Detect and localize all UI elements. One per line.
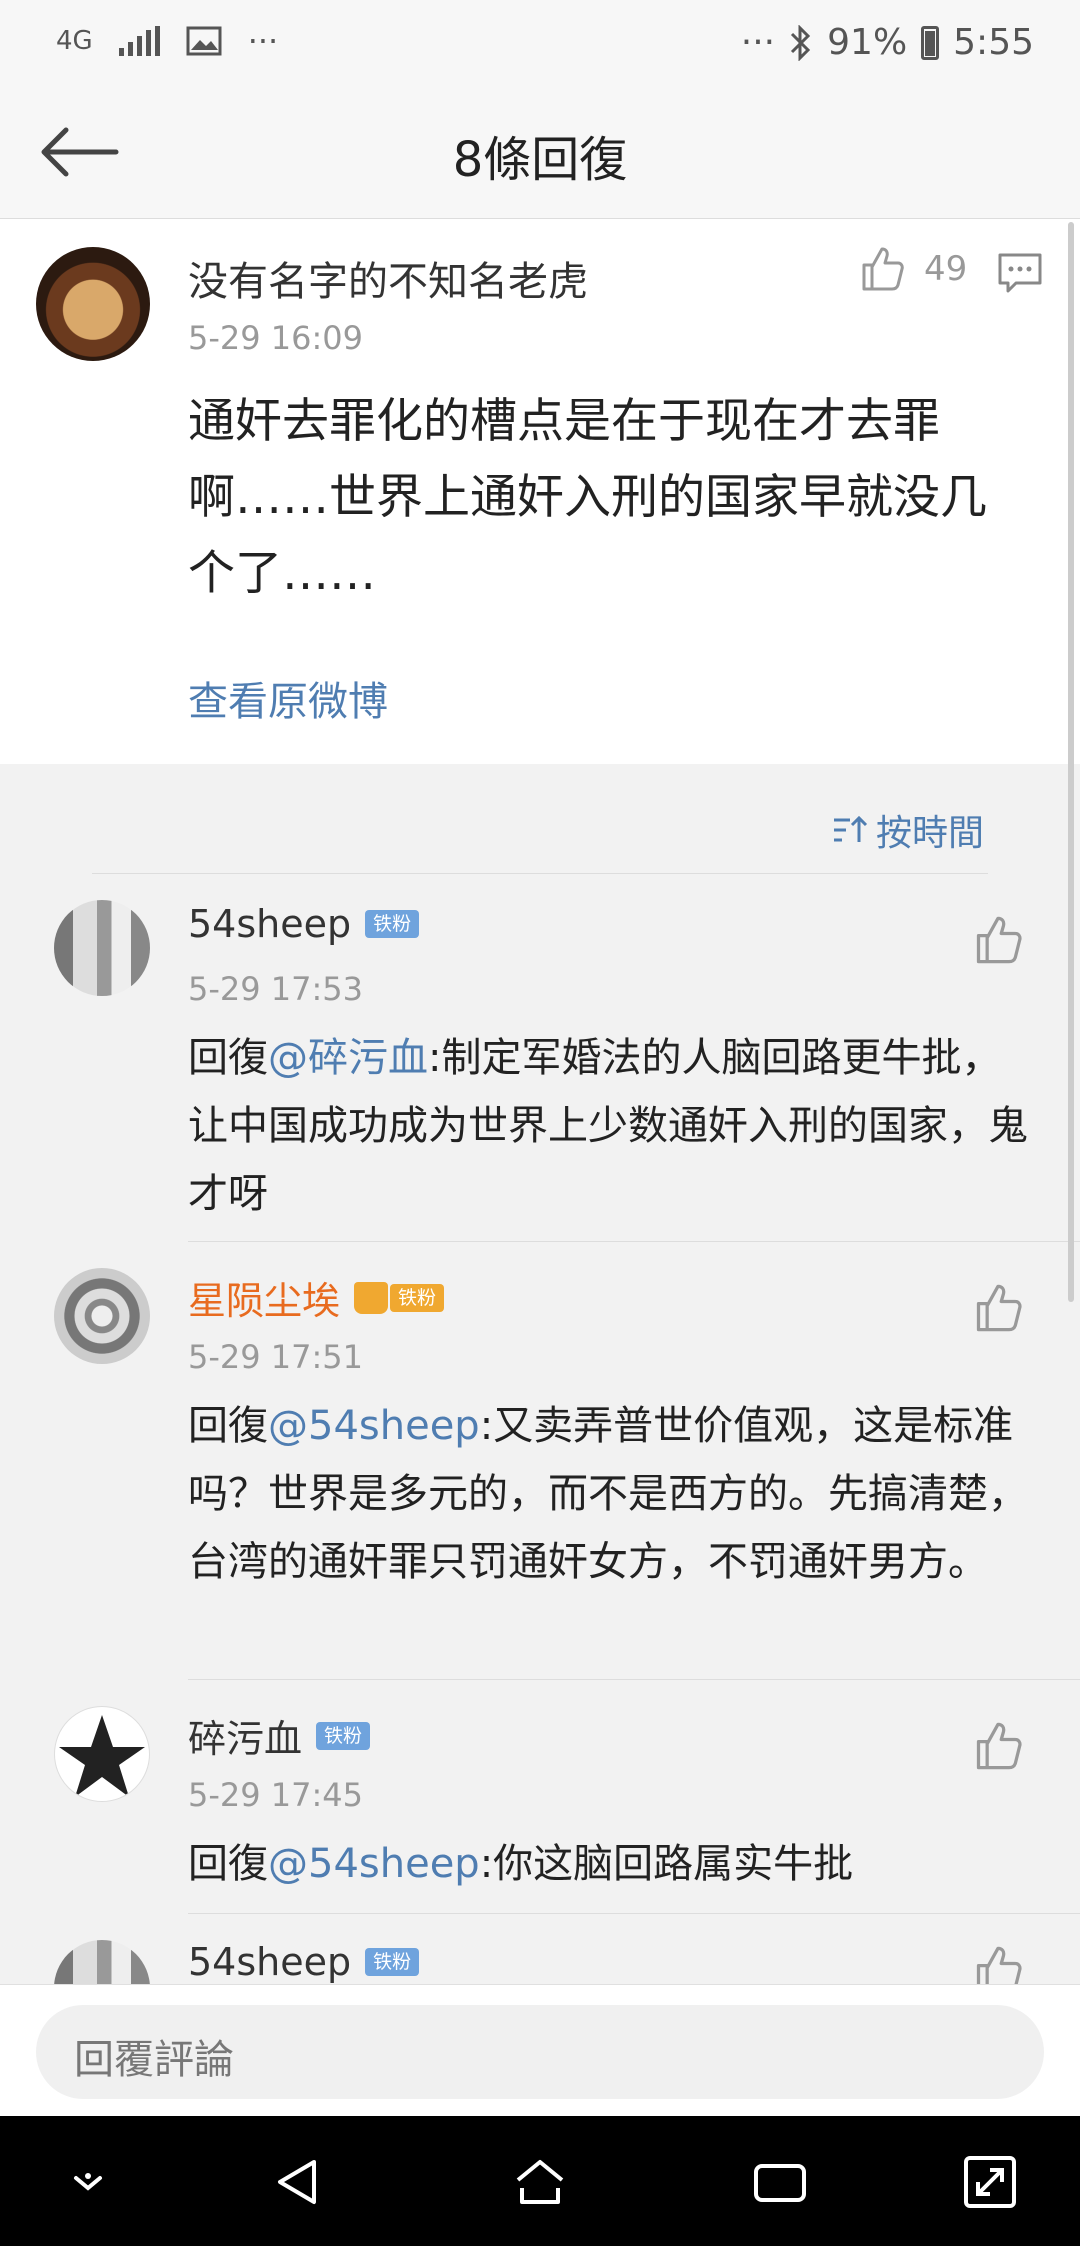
reply-time: 5-29 17:51	[188, 1338, 364, 1376]
home-icon[interactable]	[512, 2154, 568, 2210]
clock: 5:55	[953, 22, 1034, 63]
title-bar: 8條回復	[0, 92, 1080, 219]
reply-text: 回復@碎污血:制定军婚法的人脑回路更牛批，让中国成功成为世界上少数通奸入刑的国家…	[188, 1024, 1038, 1228]
system-nav-bar	[0, 2116, 1080, 2246]
reply-prefix: 回復	[188, 1035, 268, 1081]
thumbs-up-icon[interactable]	[972, 1720, 1024, 1772]
mention-link[interactable]: @碎污血	[268, 1035, 428, 1081]
reply-author-name: 星陨尘埃	[188, 1279, 341, 1323]
fan-badge: 铁粉	[365, 910, 420, 938]
reply-author[interactable]: 54sheep 铁粉	[188, 1940, 420, 1984]
chevron-down-icon[interactable]	[60, 2154, 116, 2210]
image-icon	[186, 26, 222, 56]
reply-item: 54sheep 铁粉	[0, 1914, 1080, 1984]
thumbs-up-icon	[862, 247, 904, 291]
status-right: ··· 91% 5:55	[741, 22, 1034, 63]
reply-text: 回復@54sheep:你这脑回路属实牛批	[188, 1830, 1038, 1898]
thumbs-up-icon[interactable]	[972, 1944, 1024, 1984]
page-title: 8條回復	[452, 132, 628, 188]
more-status: ···	[740, 22, 776, 63]
reply-author-name: 碎污血	[188, 1717, 303, 1761]
reply-time: 5-29 17:45	[188, 1776, 364, 1814]
reply-prefix: 回復	[188, 1841, 268, 1887]
reply-author[interactable]: 星陨尘埃 铁粉	[188, 1270, 445, 1325]
status-bar: 4G ··· ··· 91% 5:55	[0, 0, 1080, 92]
thumbs-up-icon[interactable]	[972, 1282, 1024, 1334]
avatar[interactable]	[54, 1940, 150, 1984]
reply-item: 星陨尘埃 铁粉 5-29 17:51 回復@54sheep:又卖弄普世价值观，这…	[0, 1242, 1080, 1680]
reply-author-name: 54sheep	[188, 1940, 352, 1984]
like-button[interactable]: 49	[858, 245, 967, 293]
sort-by-time-button[interactable]: 按時間	[832, 804, 984, 856]
reply-input-bar: 回覆評論	[0, 1984, 1080, 2117]
sort-bar: 按時間	[0, 764, 1080, 874]
like-count: 49	[924, 249, 968, 289]
mention-link[interactable]: @54sheep	[268, 1403, 480, 1449]
sort-label: 按時間	[875, 813, 984, 854]
avatar[interactable]	[54, 1268, 150, 1364]
post-time: 5-29 16:09	[188, 319, 364, 357]
reply-author[interactable]: 碎污血 铁粉	[188, 1708, 371, 1763]
vip-crown-icon	[354, 1281, 389, 1314]
avatar[interactable]	[54, 900, 150, 996]
network-indicator: 4G	[56, 26, 93, 56]
fan-badge: 铁粉	[390, 1283, 445, 1312]
reply-text: 回復@54sheep:又卖弄普世价值观，这是标准吗？世界是多元的，而不是西方的。…	[188, 1392, 1038, 1596]
pentagram-icon	[59, 1715, 145, 1797]
reply-prefix: 回復	[188, 1403, 268, 1449]
original-comment: 没有名字的不知名老虎 5-29 16:09 49 通奸去罪化的槽点是在于现在才去…	[0, 219, 1080, 764]
author-name[interactable]: 没有名字的不知名老虎	[188, 249, 588, 307]
reply-input-placeholder: 回覆評論	[74, 2037, 234, 2083]
reply-author[interactable]: 54sheep 铁粉	[188, 902, 420, 946]
reply-input[interactable]: 回覆評論	[36, 2005, 1044, 2099]
battery-percent: 91%	[827, 22, 908, 63]
comment-icon[interactable]	[996, 249, 1044, 297]
fan-badge: 铁粉	[316, 1721, 371, 1750]
expand-icon[interactable]	[962, 2154, 1018, 2210]
mention-link[interactable]: @54sheep	[268, 1841, 480, 1887]
signal-icon	[118, 26, 160, 56]
avatar[interactable]	[36, 247, 150, 361]
reply-item: 碎污血 铁粉 5-29 17:45 回復@54sheep:你这脑回路属实牛批	[0, 1680, 1080, 1914]
reply-author-name: 54sheep	[188, 902, 352, 946]
status-left: 4G ···	[56, 22, 278, 60]
fan-badge: 铁粉	[365, 1948, 420, 1976]
view-original-link[interactable]: 查看原微博	[188, 669, 388, 727]
post-text: 通奸去罪化的槽点是在于现在才去罪啊……世界上通奸入刑的国家早就没几个了……	[188, 394, 987, 601]
avatar[interactable]	[54, 1706, 150, 1802]
more-notifications: ···	[247, 22, 279, 60]
sort-icon	[833, 815, 868, 842]
back-triangle-icon[interactable]	[270, 2154, 326, 2210]
recent-apps-icon[interactable]	[752, 2154, 808, 2210]
thumbs-up-icon[interactable]	[972, 914, 1024, 966]
reply-item: 54sheep 铁粉 5-29 17:53 回復@碎污血:制定军婚法的人脑回路更…	[0, 874, 1080, 1242]
bluetooth-icon	[791, 24, 811, 61]
scrollbar[interactable]	[1068, 222, 1074, 1302]
battery-icon	[921, 25, 940, 60]
reply-time: 5-29 17:53	[188, 970, 364, 1008]
reply-body: :你这脑回路属实牛批	[479, 1841, 854, 1887]
